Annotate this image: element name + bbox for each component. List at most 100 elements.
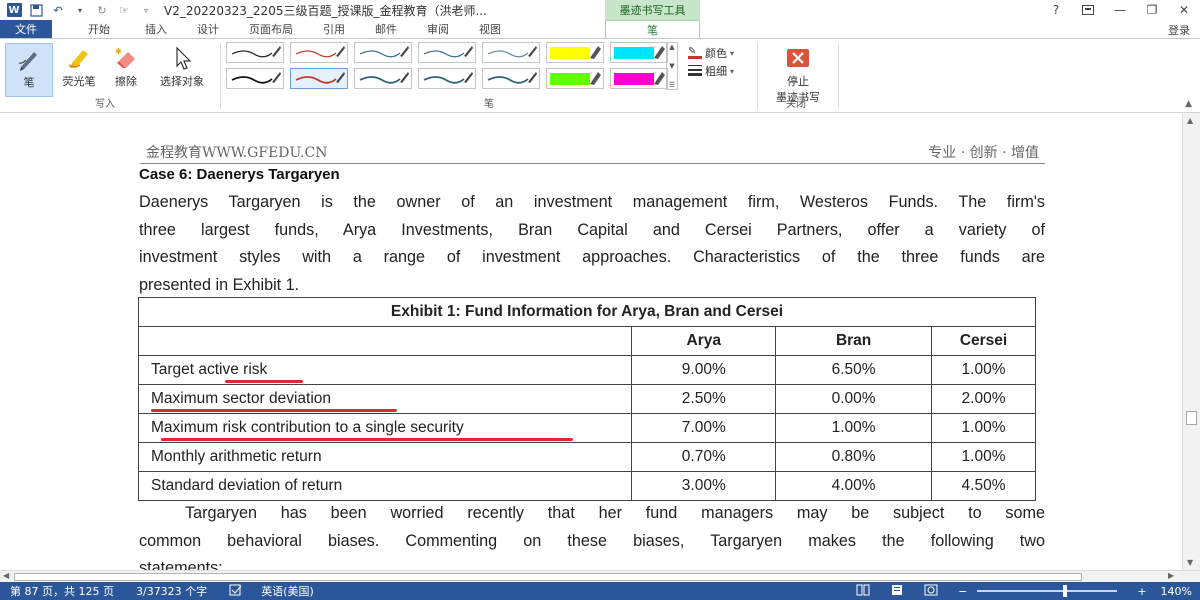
pen-swatch[interactable] bbox=[418, 42, 476, 63]
web-layout-icon[interactable] bbox=[924, 584, 938, 599]
highlighter-button-label: 荧光笔 bbox=[62, 75, 96, 88]
tab-insert[interactable]: 插入 bbox=[125, 20, 182, 38]
scroll-up-icon[interactable]: ▲ bbox=[1187, 116, 1193, 125]
paragraph-line: investment styles with a range of invest… bbox=[139, 248, 1045, 266]
undo-icon[interactable]: ↶ bbox=[50, 2, 66, 18]
pen-thickness-label: 粗细 bbox=[705, 65, 727, 78]
pen-swatch-selected[interactable] bbox=[290, 68, 348, 89]
pen-swatch[interactable] bbox=[418, 68, 476, 89]
tab-references[interactable]: 引用 bbox=[308, 20, 360, 38]
pen-color-icon: ✎ bbox=[688, 47, 702, 59]
cell-arya: 3.00% bbox=[631, 471, 777, 501]
gallery-more-icon[interactable]: ☰ bbox=[669, 81, 675, 89]
select-objects-label: 选择对象 bbox=[160, 75, 204, 88]
pen-swatch[interactable] bbox=[354, 68, 412, 89]
paragraph-biases: Targaryen has been worried recently that… bbox=[139, 500, 1045, 570]
read-mode-icon[interactable] bbox=[856, 584, 870, 599]
tab-page-layout[interactable]: 页面布局 bbox=[234, 20, 308, 38]
scroll-right-icon[interactable]: ▶ bbox=[1168, 571, 1174, 580]
zoom-out-button[interactable]: − bbox=[958, 585, 967, 598]
horizontal-scrollbar[interactable]: ◀ ▶ bbox=[0, 570, 1200, 582]
proofing-icon[interactable] bbox=[229, 584, 243, 599]
cell-cersei: 1.00% bbox=[931, 355, 1036, 385]
cell-bran: 6.50% bbox=[775, 355, 933, 385]
highlighter-button[interactable]: 荧光笔 bbox=[55, 43, 103, 89]
ribbon-display-options-button[interactable] bbox=[1072, 0, 1104, 20]
eraser-button-label: 擦除 bbox=[115, 75, 137, 88]
sign-in-link[interactable]: 登录 bbox=[1168, 22, 1190, 38]
zoom-level[interactable]: 140% bbox=[1161, 585, 1192, 598]
paragraph-line: presented in Exhibit 1. bbox=[139, 275, 300, 294]
pen-swatch[interactable] bbox=[290, 42, 348, 63]
cell-bran: 1.00% bbox=[775, 413, 933, 443]
scroll-down-icon[interactable]: ▼ bbox=[1187, 558, 1193, 567]
help-button[interactable]: ? bbox=[1040, 0, 1072, 20]
collapse-ribbon-icon[interactable]: ▲ bbox=[1185, 99, 1192, 109]
highlighter-swatch-yellow[interactable] bbox=[546, 42, 604, 63]
undo-dropdown-icon[interactable]: ▾ bbox=[72, 2, 88, 18]
page-count[interactable]: 第 87 页，共 125 页 bbox=[10, 583, 114, 599]
zoom-slider[interactable] bbox=[977, 585, 1118, 597]
gallery-scrollbar[interactable]: ▲ ▼ ☰ bbox=[666, 42, 678, 90]
close-ink-icon bbox=[783, 43, 813, 73]
pen-swatch[interactable] bbox=[226, 68, 284, 89]
tab-review[interactable]: 审阅 bbox=[412, 20, 464, 38]
pen-swatch[interactable] bbox=[354, 42, 412, 63]
pen-swatch[interactable] bbox=[226, 42, 284, 63]
redo-icon[interactable]: ↻ bbox=[94, 2, 110, 18]
pen-button[interactable]: 笔 bbox=[5, 43, 53, 97]
pen-color-dropdown[interactable]: ✎ 颜色 ▾ bbox=[688, 45, 734, 61]
eraser-button[interactable]: ✱ 擦除 bbox=[105, 43, 147, 89]
row-label: Maximum sector deviation bbox=[151, 390, 332, 407]
gallery-up-icon[interactable]: ▲ bbox=[669, 43, 674, 51]
minimize-button[interactable]: — bbox=[1104, 0, 1136, 20]
restore-button[interactable]: ❐ bbox=[1136, 0, 1168, 20]
group-separator bbox=[220, 43, 221, 109]
language-indicator[interactable]: 英语(美国) bbox=[261, 583, 314, 599]
cell-arya: 9.00% bbox=[631, 355, 777, 385]
customize-toolbar-icon[interactable]: ▿ bbox=[138, 2, 154, 18]
header-left-text: 金程教育WWW.GFEDU.CN bbox=[146, 145, 328, 161]
vertical-scroll-thumb[interactable] bbox=[1186, 411, 1197, 425]
eraser-icon: ✱ bbox=[111, 43, 141, 73]
tab-design[interactable]: 设计 bbox=[182, 20, 234, 38]
cell-arya: 2.50% bbox=[631, 384, 777, 414]
tab-file[interactable]: 文件 bbox=[0, 20, 52, 38]
word-app-icon[interactable]: W bbox=[6, 2, 22, 18]
save-icon[interactable] bbox=[28, 2, 44, 18]
document-canvas[interactable]: 金程教育WWW.GFEDU.CN 专业 · 创新 · 增值 Case 6: Da… bbox=[0, 113, 1200, 570]
pen-thickness-dropdown[interactable]: 粗细 ▾ bbox=[688, 63, 734, 79]
row-label: Maximum risk contribution to a single se… bbox=[151, 419, 464, 436]
close-button[interactable]: ✕ bbox=[1168, 0, 1200, 20]
ink-tools-context-header: 墨迹书写工具 bbox=[605, 0, 700, 20]
print-layout-icon[interactable] bbox=[890, 584, 904, 599]
highlighter-swatch-green[interactable] bbox=[546, 68, 604, 89]
select-objects-button[interactable]: 选择对象 bbox=[150, 43, 214, 89]
vertical-scrollbar[interactable]: ▲ ▼ bbox=[1182, 113, 1200, 570]
group-separator bbox=[757, 43, 758, 109]
table-row: Maximum risk contribution to a single se… bbox=[137, 413, 1036, 443]
pen-swatch[interactable] bbox=[482, 68, 540, 89]
gallery-down-icon[interactable]: ▼ bbox=[669, 62, 674, 70]
touch-mode-icon[interactable]: ☞ bbox=[116, 2, 132, 18]
pen-swatch[interactable] bbox=[482, 42, 540, 63]
paragraph-line: Daenerys Targaryen is the owner of an in… bbox=[139, 193, 1045, 211]
group-separator bbox=[838, 43, 839, 109]
tab-view[interactable]: 视图 bbox=[464, 20, 516, 38]
cell-cersei: 1.00% bbox=[931, 413, 1036, 443]
zoom-in-button[interactable]: + bbox=[1137, 585, 1146, 598]
word-count[interactable]: 3/37323 个字 bbox=[136, 583, 207, 599]
cell-cersei: 4.50% bbox=[931, 471, 1036, 501]
ink-underline bbox=[161, 438, 573, 441]
exhibit-caption: Exhibit 1: Fund Information for Arya, Br… bbox=[138, 297, 1036, 327]
zoom-slider-knob[interactable] bbox=[1063, 585, 1068, 597]
scroll-left-icon[interactable]: ◀ bbox=[3, 571, 9, 580]
row-label: Target active risk bbox=[151, 361, 268, 378]
tab-pen[interactable]: 笔 bbox=[605, 20, 700, 38]
table-row: Monthly arithmetic return 0.70% 0.80% 1.… bbox=[137, 442, 1036, 472]
horizontal-scroll-thumb[interactable] bbox=[14, 573, 1082, 581]
highlighter-swatch-magenta[interactable] bbox=[610, 68, 668, 89]
highlighter-swatch-cyan[interactable] bbox=[610, 42, 668, 63]
tab-mailings[interactable]: 邮件 bbox=[360, 20, 412, 38]
tab-home[interactable]: 开始 bbox=[52, 20, 125, 38]
